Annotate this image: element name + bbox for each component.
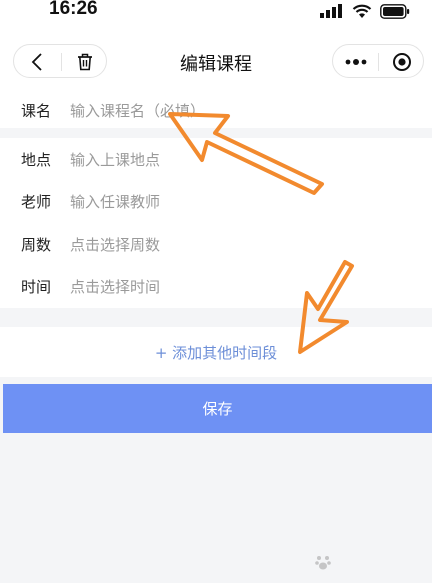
wifi-icon [352, 4, 372, 18]
teacher-label: 老师 [21, 193, 52, 212]
weeks-selector[interactable]: 点击选择周数 [70, 234, 160, 255]
target-icon [393, 53, 411, 71]
course-name-row[interactable]: 课名 输入课程名（必填） [0, 92, 432, 128]
location-input[interactable]: 输入上课地点 [70, 149, 160, 170]
navbar: 编辑课程 [0, 22, 432, 92]
course-name-input[interactable]: 输入课程名（必填） [70, 100, 205, 121]
location-label: 地点 [21, 150, 52, 169]
course-details-group: 地点 输入上课地点 老师 输入任课教师 周数 点击选择周数 时间 点击选择时间 [0, 138, 432, 308]
time-label: 时间 [21, 278, 52, 297]
battery-icon [380, 3, 410, 19]
more-button[interactable] [333, 45, 379, 79]
status-icons [320, 3, 410, 19]
paw-logo-icon [315, 556, 331, 570]
status-time: 16:26 [49, 0, 98, 19]
right-capsule [332, 44, 424, 78]
weeks-row[interactable]: 周数 点击选择周数 [0, 223, 432, 266]
time-selector[interactable]: 点击选择时间 [70, 276, 160, 297]
save-button[interactable]: 保存 [3, 384, 432, 433]
course-name-group: 课名 输入课程名（必填） [0, 92, 432, 128]
teacher-input[interactable]: 输入任课教师 [70, 191, 160, 212]
teacher-row[interactable]: 老师 输入任课教师 [0, 181, 432, 224]
course-name-label: 课名 [21, 101, 52, 120]
signal-icon [320, 4, 342, 18]
location-row[interactable]: 地点 输入上课地点 [0, 138, 432, 181]
status-bar: 16:26 [0, 0, 432, 22]
watermark [314, 551, 406, 573]
more-dots-icon [345, 59, 367, 65]
weeks-label: 周数 [21, 235, 52, 254]
close-miniprogram-button[interactable] [379, 45, 425, 79]
add-time-slot-button[interactable]: + 添加其他时间段 [0, 327, 432, 377]
time-row[interactable]: 时间 点击选择时间 [0, 266, 432, 309]
